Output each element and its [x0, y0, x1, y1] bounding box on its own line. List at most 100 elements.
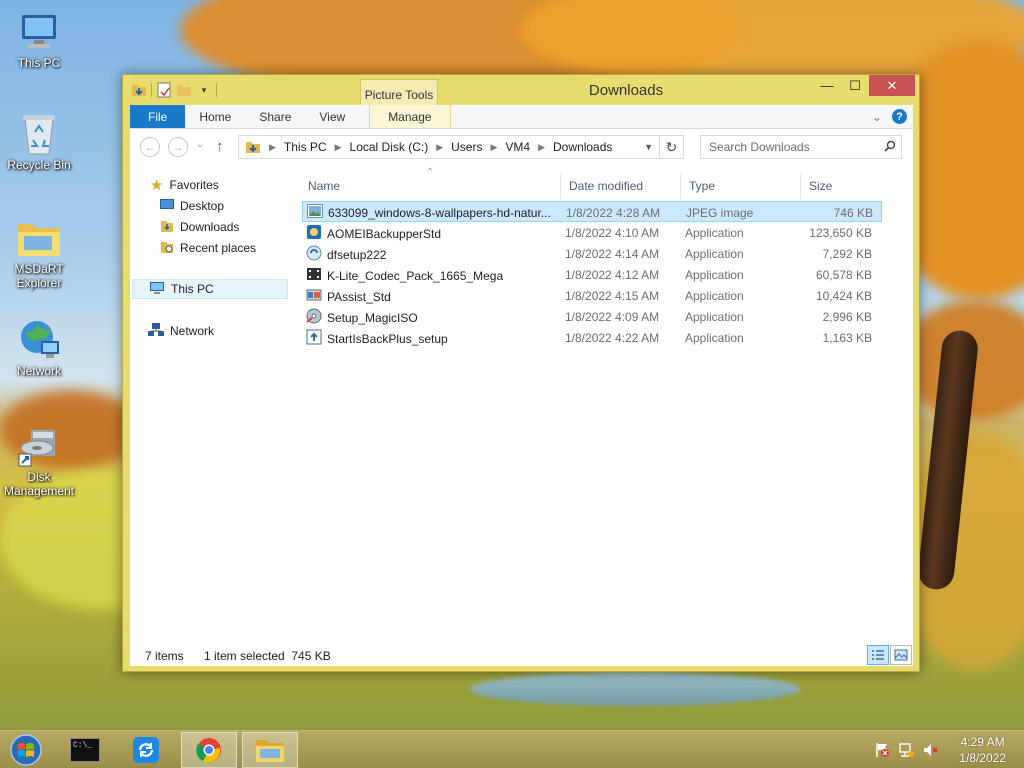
file-type: Application — [685, 331, 744, 345]
file-name: AOMEIBackupperStd — [327, 226, 442, 241]
column-header-date-modified[interactable]: Date modified — [569, 179, 643, 193]
explorer-content: ← → ⌄ ↑ ▶ This PC ▶ Local Disk (C:) ▶ Us… — [130, 129, 913, 666]
search-input[interactable] — [701, 140, 879, 154]
tab-view[interactable]: View — [305, 105, 359, 128]
search-box[interactable] — [700, 135, 902, 159]
breadcrumb-separator[interactable]: ▶ — [534, 142, 549, 153]
nav-item-recent-places[interactable]: Recent places — [160, 238, 256, 258]
column-header-type[interactable]: Type — [689, 179, 715, 193]
file-size: 2,996 KB — [822, 310, 872, 324]
action-center-flag-icon[interactable] — [874, 742, 890, 758]
tab-file[interactable]: File — [130, 105, 186, 128]
taskbar-chrome[interactable] — [181, 732, 237, 768]
nav-favorites[interactable]: ★ Favorites — [150, 175, 219, 195]
desktop-icon-label: Network — [16, 364, 61, 378]
search-icon[interactable] — [879, 140, 901, 155]
taskbar-sync-app[interactable] — [118, 732, 174, 768]
large-icons-view-button[interactable] — [890, 645, 912, 665]
file-size: 10,424 KB — [815, 289, 872, 303]
title-bar[interactable]: ▾ Picture Tools Downloads — ☐ ✕ — [123, 75, 919, 107]
close-button[interactable]: ✕ — [869, 75, 915, 96]
desktop-icon-msdart-explorer[interactable]: MSDaRT Explorer — [0, 216, 78, 290]
file-row[interactable]: Setup_MagicISO 1/8/2022 4:09 AM Applicat… — [302, 306, 882, 327]
breadcrumb-separator[interactable]: ▶ — [331, 142, 346, 153]
maximize-button[interactable]: ☐ — [841, 75, 869, 96]
breadcrumb-separator[interactable]: ▶ — [265, 142, 280, 153]
nav-item-this-pc[interactable]: This PC — [132, 279, 288, 299]
image-file-icon — [307, 204, 323, 221]
refresh-button[interactable]: ↻ — [660, 135, 684, 159]
file-row[interactable]: dfsetup222 1/8/2022 4:14 AM Application … — [302, 243, 882, 264]
file-type: Application — [685, 268, 744, 282]
desktop-icon-label: Recycle Bin — [7, 158, 71, 172]
start-button[interactable] — [0, 732, 52, 768]
navigation-bar: ← → ⌄ ↑ ▶ This PC ▶ Local Disk (C:) ▶ Us… — [130, 135, 913, 161]
nav-item-label: Desktop — [180, 199, 225, 213]
breadcrumb-vm4[interactable]: VM4 — [501, 140, 534, 154]
desktop-icon-label: MSDaRT Explorer — [14, 262, 64, 290]
forward-button[interactable]: → — [168, 137, 188, 157]
volume-muted-icon[interactable] — [922, 742, 938, 758]
file-size: 746 KB — [833, 206, 873, 220]
disc-app-icon — [306, 308, 322, 327]
column-header-name[interactable]: Name — [308, 179, 340, 193]
desktop-icon-recycle-bin[interactable]: Recycle Bin — [0, 112, 78, 172]
breadcrumb-local-disk[interactable]: Local Disk (C:) — [346, 140, 433, 154]
file-name: PAssist_Std — [327, 289, 391, 304]
desktop-icon-label: This PC — [17, 56, 61, 70]
recent-locations-dropdown[interactable]: ⌄ — [196, 139, 204, 150]
file-row[interactable]: AOMEIBackupperStd 1/8/2022 4:10 AM Appli… — [302, 222, 882, 243]
file-date: 1/8/2022 4:10 AM — [565, 226, 660, 240]
nav-item-downloads[interactable]: Downloads — [160, 217, 239, 237]
nav-item-network[interactable]: Network — [148, 321, 214, 341]
file-name: 633099_windows-8-wallpapers-hd-natur... — [328, 205, 551, 220]
system-clock[interactable]: 4:29 AM 1/8/2022 — [959, 734, 1006, 766]
explorer-window[interactable]: ▾ Picture Tools Downloads — ☐ ✕ File Hom… — [122, 74, 920, 672]
network-status-icon[interactable] — [898, 742, 914, 758]
file-row[interactable]: PAssist_Std 1/8/2022 4:15 AM Application… — [302, 285, 882, 306]
details-view-button[interactable] — [867, 645, 889, 665]
column-header-size[interactable]: Size — [809, 179, 832, 193]
taskbar-command-prompt[interactable]: C:\_ — [57, 732, 113, 768]
star-icon: ★ — [150, 177, 164, 194]
nav-item-desktop[interactable]: Desktop — [160, 196, 224, 216]
nav-item-label: Network — [170, 324, 215, 338]
back-button[interactable]: ← — [140, 137, 160, 157]
nav-item-label: Recent places — [180, 241, 257, 255]
file-size: 7,292 KB — [822, 247, 872, 261]
file-row[interactable]: StartIsBackPlus_setup 1/8/2022 4:22 AM A… — [302, 327, 882, 348]
file-list: Name ⌃ Date modified Type Size 633099_wi… — [302, 167, 882, 348]
status-bar: 7 items 1 item selected 745 KB — [130, 645, 913, 666]
breadcrumb-users[interactable]: Users — [447, 140, 486, 154]
breadcrumb-separator[interactable]: ▶ — [432, 142, 447, 153]
codec-app-icon — [306, 266, 322, 285]
desktop-icon-network[interactable]: Network — [0, 318, 78, 378]
downloads-folder-icon — [239, 140, 265, 154]
taskbar-file-explorer[interactable] — [242, 732, 298, 768]
ribbon-expand-icon[interactable]: ⌄ — [872, 110, 882, 124]
file-explorer-icon — [256, 740, 284, 762]
tab-share[interactable]: Share — [245, 105, 305, 128]
file-name: K-Lite_Codec_Pack_1665_Mega — [327, 268, 504, 283]
tab-manage[interactable]: Manage — [369, 105, 451, 128]
address-bar[interactable]: ▶ This PC ▶ Local Disk (C:) ▶ Users ▶ VM… — [238, 135, 660, 159]
breadcrumb-separator[interactable]: ▶ — [486, 142, 501, 153]
breadcrumb-this-pc[interactable]: This PC — [280, 140, 331, 154]
desktop-icon-this-pc[interactable]: This PC — [0, 10, 78, 70]
file-row[interactable]: 633099_windows-8-wallpapers-hd-natur... … — [302, 201, 882, 222]
file-type: JPEG image — [686, 206, 754, 220]
minimize-button[interactable]: — — [813, 75, 841, 96]
details-view-icon — [872, 650, 884, 660]
file-size: 123,650 KB — [809, 226, 872, 240]
address-dropdown-icon[interactable]: ▼ — [638, 142, 659, 152]
status-item-count: 7 items — [145, 649, 184, 663]
desktop-icon-disk-management[interactable]: Disk Management — [0, 424, 78, 498]
file-date: 1/8/2022 4:12 AM — [565, 268, 660, 282]
file-row[interactable]: K-Lite_Codec_Pack_1665_Mega 1/8/2022 4:1… — [302, 264, 882, 285]
tab-home[interactable]: Home — [185, 105, 245, 128]
help-icon[interactable]: ? — [892, 109, 907, 124]
breadcrumb-downloads[interactable]: Downloads — [549, 140, 616, 154]
recent-places-icon — [160, 240, 174, 257]
up-button[interactable]: ↑ — [216, 138, 224, 155]
file-name: dfsetup222 — [327, 247, 387, 262]
